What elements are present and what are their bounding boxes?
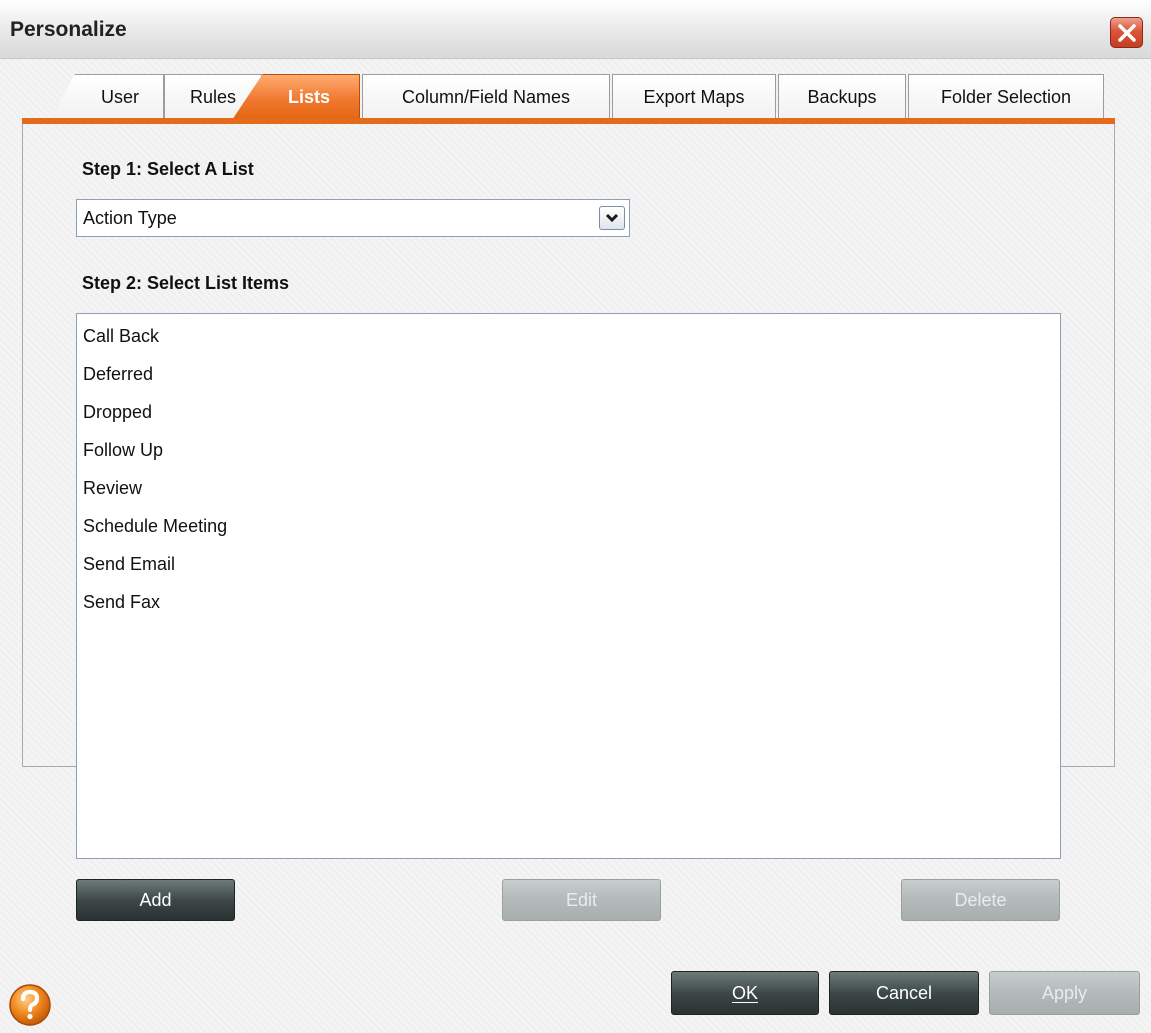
step1-label: Step 1: Select A List — [82, 159, 254, 179]
tab-backups[interactable]: Backups — [778, 74, 906, 120]
list-select-value: Action Type — [83, 208, 177, 228]
list-item[interactable]: Call Back — [83, 326, 159, 347]
help-icon — [9, 984, 51, 1026]
tab-folder-selection[interactable]: Folder Selection — [908, 74, 1104, 120]
apply-button[interactable]: Apply — [989, 971, 1140, 1015]
step2-label: Step 2: Select List Items — [82, 273, 290, 293]
tab-strip: User Rules Lists Column/Field Names Expo… — [22, 74, 1115, 122]
list-item[interactable]: Send Fax — [83, 592, 160, 613]
list-select[interactable]: Action Type — [76, 199, 630, 237]
list-item[interactable]: Dropped — [83, 402, 152, 423]
cancel-button[interactable]: Cancel — [829, 971, 979, 1015]
close-button[interactable] — [1110, 17, 1143, 48]
list-item[interactable]: Review — [83, 478, 142, 499]
ok-button[interactable]: OK — [671, 971, 819, 1015]
dropdown-button[interactable] — [599, 206, 625, 230]
list-item[interactable]: Follow Up — [83, 440, 163, 461]
list-item[interactable]: Deferred — [83, 364, 153, 385]
dialog-title: Personalize — [10, 18, 127, 41]
tab-column-field-names[interactable]: Column/Field Names — [362, 74, 610, 120]
list-item[interactable]: Send Email — [83, 554, 175, 575]
chevron-down-icon — [605, 213, 619, 223]
personalize-dialog: Personalize User Rules Lists Column/Fiel… — [0, 0, 1151, 1033]
tab-user[interactable]: User — [50, 74, 164, 120]
help-button[interactable] — [8, 983, 52, 1027]
delete-button[interactable]: Delete — [901, 879, 1060, 921]
title-bar[interactable]: Personalize — [0, 0, 1151, 59]
tab-export-maps[interactable]: Export Maps — [612, 74, 776, 120]
close-icon — [1118, 24, 1136, 42]
add-button[interactable]: Add — [76, 879, 235, 921]
list-item[interactable]: Schedule Meeting — [83, 516, 227, 537]
edit-button[interactable]: Edit — [502, 879, 661, 921]
list-items-box[interactable]: Call Back Deferred Dropped Follow Up Rev… — [76, 313, 1061, 859]
